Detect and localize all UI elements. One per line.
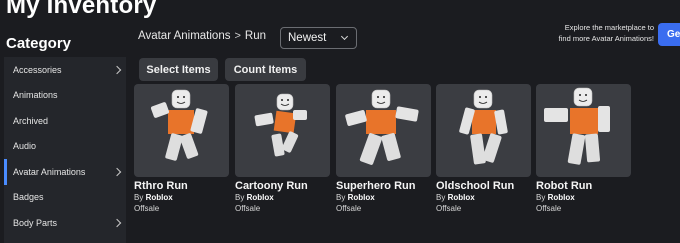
- sidebar-item-label: Body Parts: [13, 217, 58, 228]
- item-card-cartoony-run[interactable]: Cartoony Run By Roblox Offsale: [235, 84, 330, 213]
- avatar-running-figure-image: [150, 89, 208, 161]
- breadcrumb: Avatar Animations > Run: [138, 30, 266, 42]
- item-name[interactable]: Rthro Run: [134, 180, 229, 192]
- item-creator: By Roblox: [235, 193, 330, 202]
- chevron-right-icon: [112, 167, 122, 176]
- sidebar-item-label: Accessories: [13, 64, 62, 75]
- creator-link[interactable]: Roblox: [146, 193, 173, 202]
- avatar-running-figure-image: [345, 89, 419, 165]
- item-thumbnail[interactable]: [235, 84, 330, 177]
- sidebar-item-label: Badges: [13, 192, 44, 203]
- creator-link[interactable]: Roblox: [247, 193, 274, 202]
- item-name[interactable]: Cartoony Run: [235, 180, 330, 192]
- item-name[interactable]: Superhero Run: [336, 180, 431, 192]
- sidebar-item-label: Audio: [13, 141, 37, 152]
- item-name[interactable]: Oldschool Run: [436, 180, 531, 192]
- promo-line-2: find more Avatar Animations!: [558, 34, 654, 43]
- item-creator: By Roblox: [336, 193, 431, 202]
- sidebar-item-archived[interactable]: Archived: [4, 108, 126, 134]
- sort-dropdown[interactable]: Newest: [280, 27, 357, 49]
- sidebar-item-avatar-animations[interactable]: Avatar Animations: [4, 159, 126, 185]
- sidebar-item-label: Animations: [13, 90, 58, 101]
- item-creator: By Roblox: [536, 193, 631, 202]
- sidebar-item-animations[interactable]: Animations: [4, 83, 126, 109]
- item-price: Offsale: [235, 204, 261, 213]
- item-creator: By Roblox: [436, 193, 531, 202]
- item-thumbnail[interactable]: [536, 84, 631, 177]
- avatar-running-figure-image: [459, 89, 508, 165]
- breadcrumb-current: Run: [244, 30, 267, 42]
- category-heading: Category: [6, 35, 72, 52]
- item-price: Offsale: [536, 204, 562, 213]
- item-card-robot-run[interactable]: Robot Run By Roblox Offsale: [536, 84, 631, 213]
- sidebar-item-accessories[interactable]: Accessories: [4, 57, 126, 83]
- by-label: By: [536, 193, 546, 202]
- item-thumbnail[interactable]: [134, 84, 229, 177]
- item-thumbnail[interactable]: [436, 84, 531, 177]
- avatar-running-figure-image: [544, 87, 610, 165]
- creator-link[interactable]: Roblox: [348, 193, 375, 202]
- select-items-button[interactable]: Select Items: [139, 58, 218, 81]
- item-creator: By Roblox: [134, 193, 229, 202]
- by-label: By: [336, 193, 346, 202]
- avatar-running-figure-image: [254, 93, 307, 157]
- promo-line-1: Explore the marketplace to: [564, 23, 654, 32]
- count-items-button[interactable]: Count Items: [225, 58, 306, 81]
- item-card-superhero-run[interactable]: Superhero Run By Roblox Offsale: [336, 84, 431, 213]
- sidebar-item-audio[interactable]: Audio: [4, 134, 126, 160]
- breadcrumb-parent-link[interactable]: Avatar Animations: [138, 30, 230, 42]
- sidebar-item-label: Avatar Animations: [13, 166, 86, 177]
- go-to-marketplace-button[interactable]: Ge: [658, 23, 680, 46]
- sidebar-item-badges[interactable]: Badges: [4, 185, 126, 211]
- item-name[interactable]: Robot Run: [536, 180, 631, 192]
- creator-link[interactable]: Roblox: [448, 193, 475, 202]
- item-price: Offsale: [134, 204, 160, 213]
- marketplace-promo: Explore the marketplace to find more Ava…: [520, 22, 654, 44]
- item-card-rthro-run[interactable]: Rthro Run By Roblox Offsale: [134, 84, 229, 213]
- item-thumbnail[interactable]: [336, 84, 431, 177]
- sidebar-item-label: Archived: [13, 115, 49, 126]
- sort-selected-value: Newest: [288, 32, 327, 44]
- by-label: By: [134, 193, 144, 202]
- item-price: Offsale: [336, 204, 362, 213]
- page-title: My Inventory: [6, 0, 157, 19]
- breadcrumb-separator: >: [234, 30, 241, 42]
- chevron-right-icon: [112, 218, 122, 227]
- item-card-oldschool-run[interactable]: Oldschool Run By Roblox Offsale: [436, 84, 531, 213]
- category-sidebar: Accessories Animations Archived Audio Av…: [4, 57, 126, 243]
- sidebar-item-body-parts[interactable]: Body Parts: [4, 210, 126, 236]
- chevron-down-icon: [340, 32, 349, 41]
- by-label: By: [235, 193, 245, 202]
- creator-link[interactable]: Roblox: [548, 193, 575, 202]
- item-price: Offsale: [436, 204, 462, 213]
- chevron-right-icon: [112, 65, 122, 74]
- by-label: By: [436, 193, 446, 202]
